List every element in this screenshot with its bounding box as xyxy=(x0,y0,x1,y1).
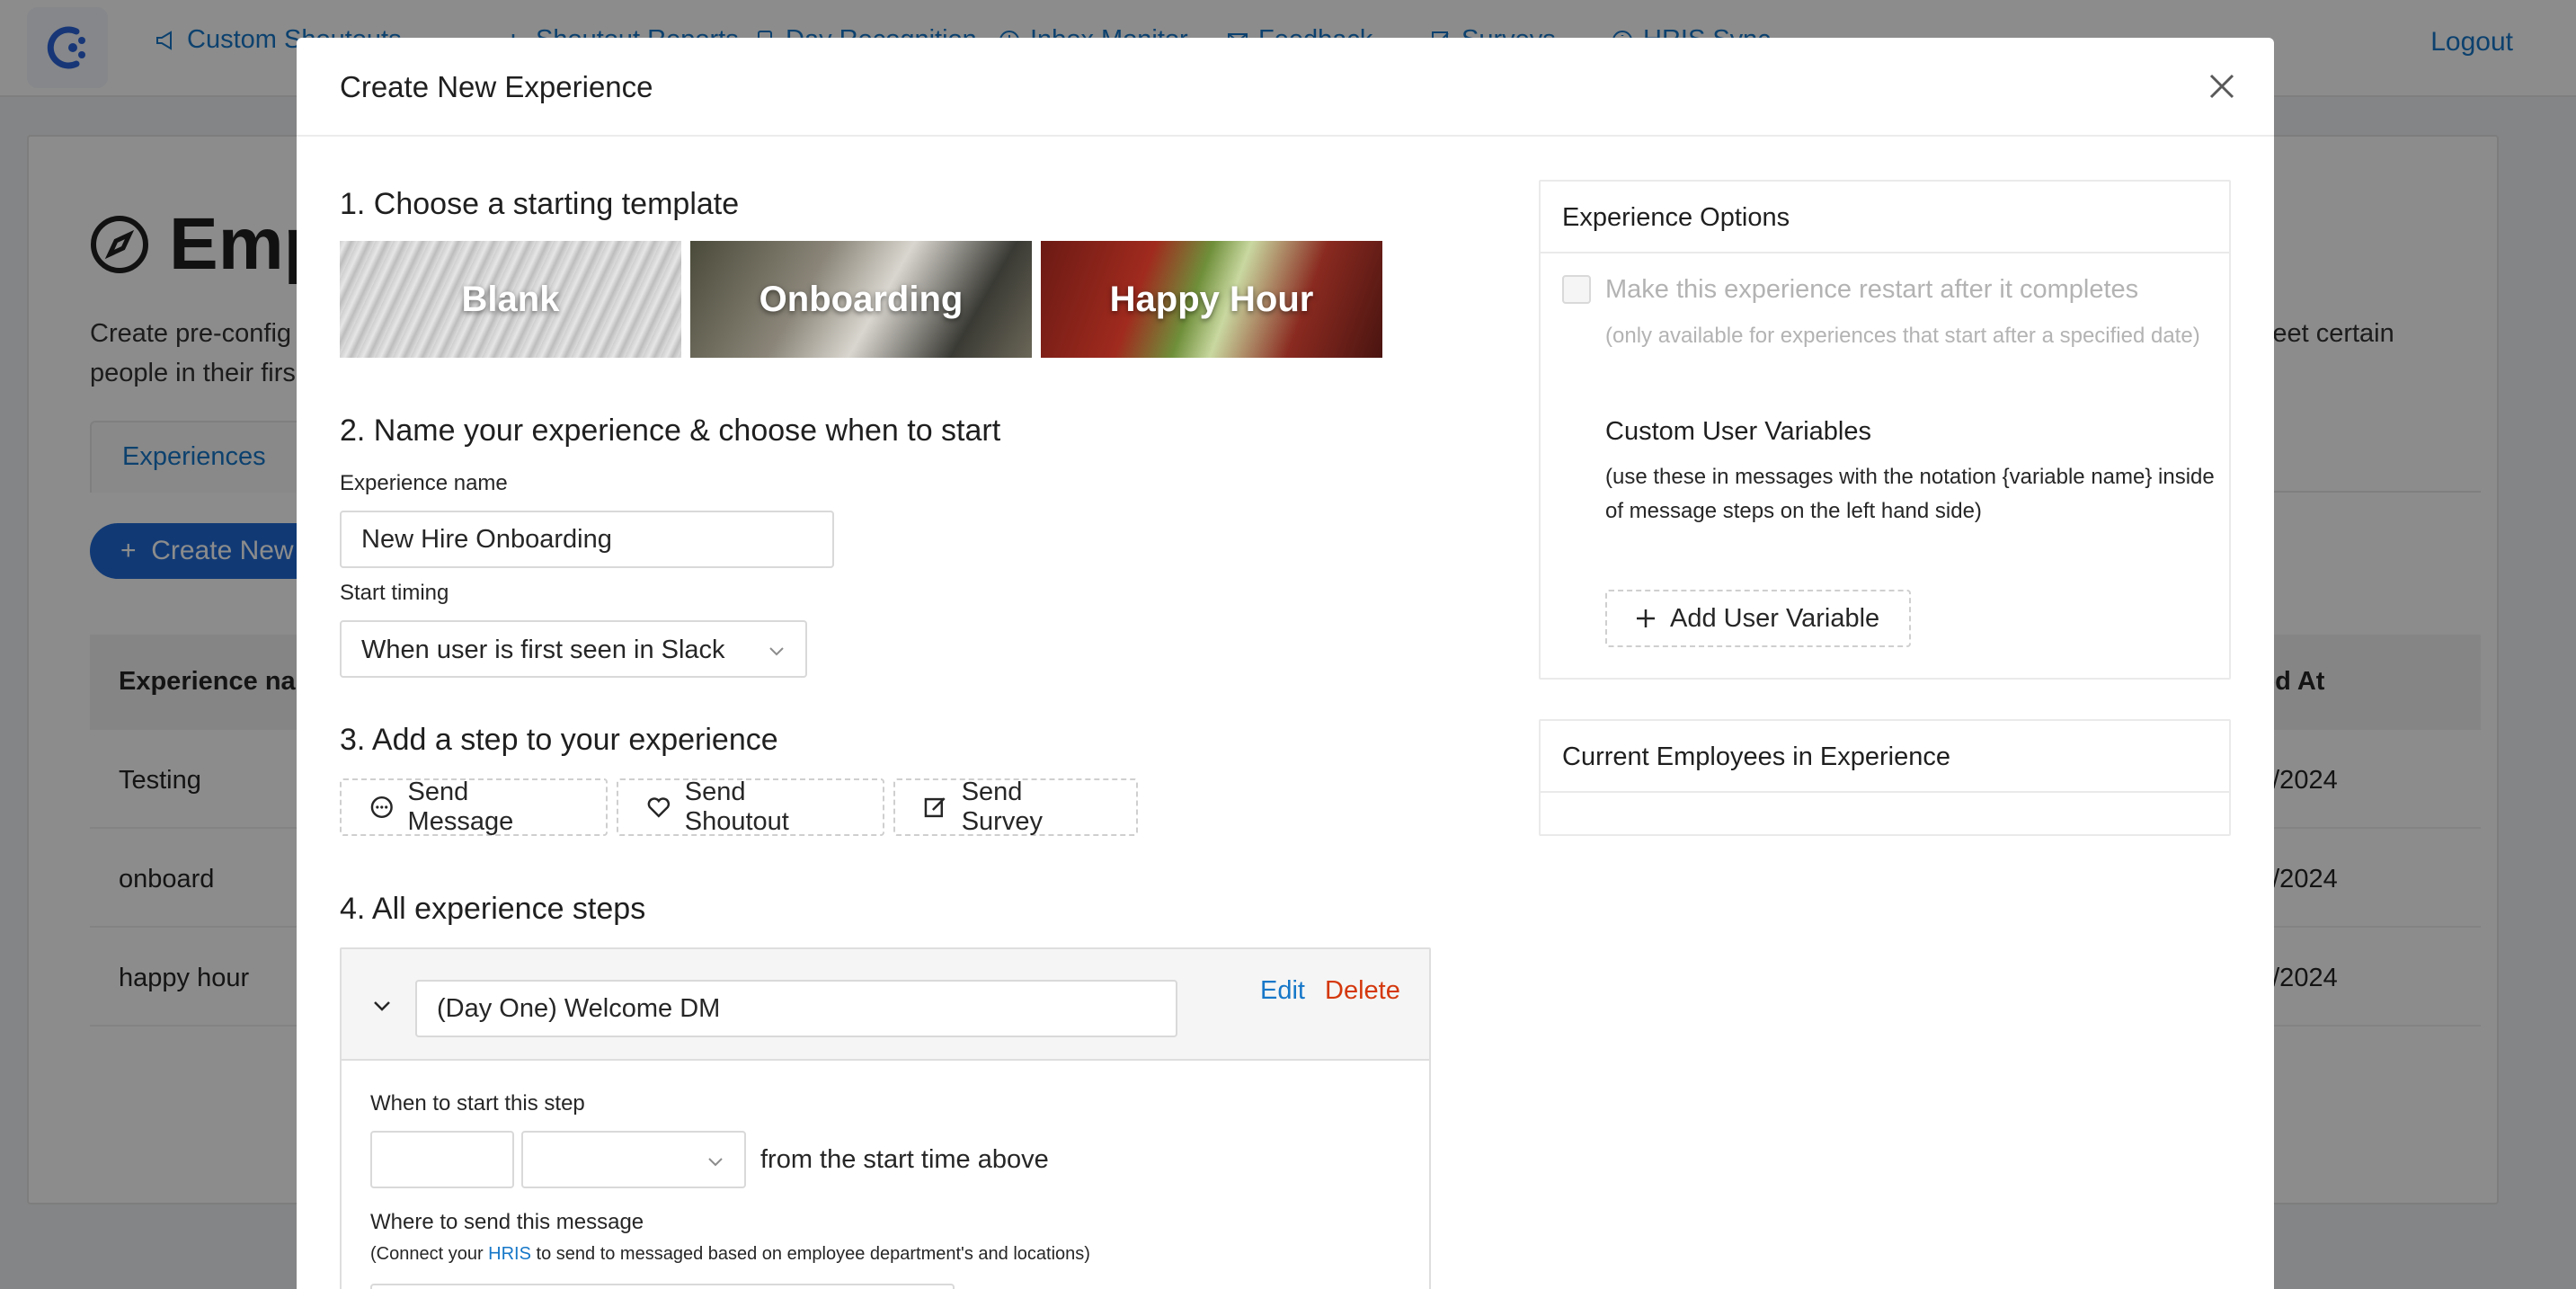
send-survey-label: Send Survey xyxy=(961,778,1043,836)
custom-variables-title: Custom User Variables xyxy=(1605,417,1872,446)
start-timing-select[interactable]: When user is first seen in Slack xyxy=(340,620,807,678)
template-label: Happy Hour xyxy=(1109,279,1314,319)
step-name-input[interactable] xyxy=(415,980,1177,1037)
hris-note: (Connect your HRIS to send to messaged b… xyxy=(370,1244,1090,1265)
options-card-title: Experience Options xyxy=(1562,203,1790,232)
section-template-title: 1. Choose a starting template xyxy=(340,187,740,221)
add-user-variable-button[interactable]: Add User Variable xyxy=(1605,590,1911,647)
step-from-text: from the start time above xyxy=(760,1145,1049,1174)
send-survey-button[interactable]: Send Survey xyxy=(893,778,1138,836)
section-name-title: 2. Name your experience & choose when to… xyxy=(340,413,1001,448)
template-happy-hour[interactable]: Happy Hour xyxy=(1041,241,1382,358)
hris-link[interactable]: HRIS xyxy=(488,1244,531,1264)
restart-label: Make this experience restart after it co… xyxy=(1605,275,2139,304)
chevron-down-icon xyxy=(769,647,784,656)
hris-note-prefix: (Connect your xyxy=(370,1244,489,1264)
step-card-header: Edit Delete xyxy=(342,949,1429,1061)
experience-name-input[interactable] xyxy=(340,511,834,568)
chevron-down-icon xyxy=(708,1158,723,1167)
section-all-steps-title: 4. All experience steps xyxy=(340,892,646,926)
plus-icon xyxy=(1637,609,1655,627)
send-message-button[interactable]: Send Message xyxy=(340,778,608,836)
hris-note-suffix: to send to messaged based on employee de… xyxy=(530,1244,1090,1264)
create-experience-modal: Create New Experience 1. Choose a starti… xyxy=(297,38,2274,1289)
template-label: Onboarding xyxy=(759,279,964,319)
destination-select[interactable] xyxy=(370,1284,955,1289)
start-timing-value: When user is first seen in Slack xyxy=(361,636,725,664)
template-label: Blank xyxy=(461,279,560,319)
template-onboarding[interactable]: Onboarding xyxy=(690,241,1032,358)
add-user-variable-label: Add User Variable xyxy=(1670,603,1880,633)
step-offset-input[interactable] xyxy=(370,1131,514,1188)
experience-step-card: Edit Delete xyxy=(340,947,1431,1289)
modal-header: Create New Experience xyxy=(297,38,2274,137)
employees-card-header: Current Employees in Experience xyxy=(1541,721,2229,793)
send-shoutout-button[interactable]: Send Shoutout xyxy=(617,778,884,836)
options-card-header: Experience Options xyxy=(1541,182,2229,253)
heart-icon xyxy=(647,797,671,818)
custom-variables-note: (use these in messages with the notation… xyxy=(1605,465,2215,523)
step-where-label: Where to send this message xyxy=(370,1210,644,1234)
send-message-label: Send Message xyxy=(407,778,514,836)
current-employees-card: Current Employees in Experience xyxy=(1539,719,2231,836)
section-add-step-title: 3. Add a step to your experience xyxy=(340,723,778,757)
close-icon[interactable] xyxy=(2204,68,2240,104)
employees-card-title: Current Employees in Experience xyxy=(1562,742,1950,771)
modal-title: Create New Experience xyxy=(340,70,653,103)
message-icon xyxy=(370,796,393,819)
step-unit-select[interactable] xyxy=(521,1131,746,1188)
experience-options-card: Experience Options Make this experience … xyxy=(1539,180,2231,680)
experience-name-label: Experience name xyxy=(340,471,508,495)
step-delete-link[interactable]: Delete xyxy=(1325,976,1400,1006)
restart-checkbox[interactable] xyxy=(1562,275,1591,304)
template-blank[interactable]: Blank xyxy=(340,241,681,358)
start-timing-label: Start timing xyxy=(340,581,449,605)
edit-icon xyxy=(924,797,946,818)
chevron-down-icon[interactable] xyxy=(372,996,392,1016)
send-shoutout-label: Send Shoutout xyxy=(684,778,789,836)
restart-note: (only available for experiences that sta… xyxy=(1605,324,2200,348)
step-edit-link[interactable]: Edit xyxy=(1260,976,1305,1006)
step-when-label: When to start this step xyxy=(370,1091,585,1116)
